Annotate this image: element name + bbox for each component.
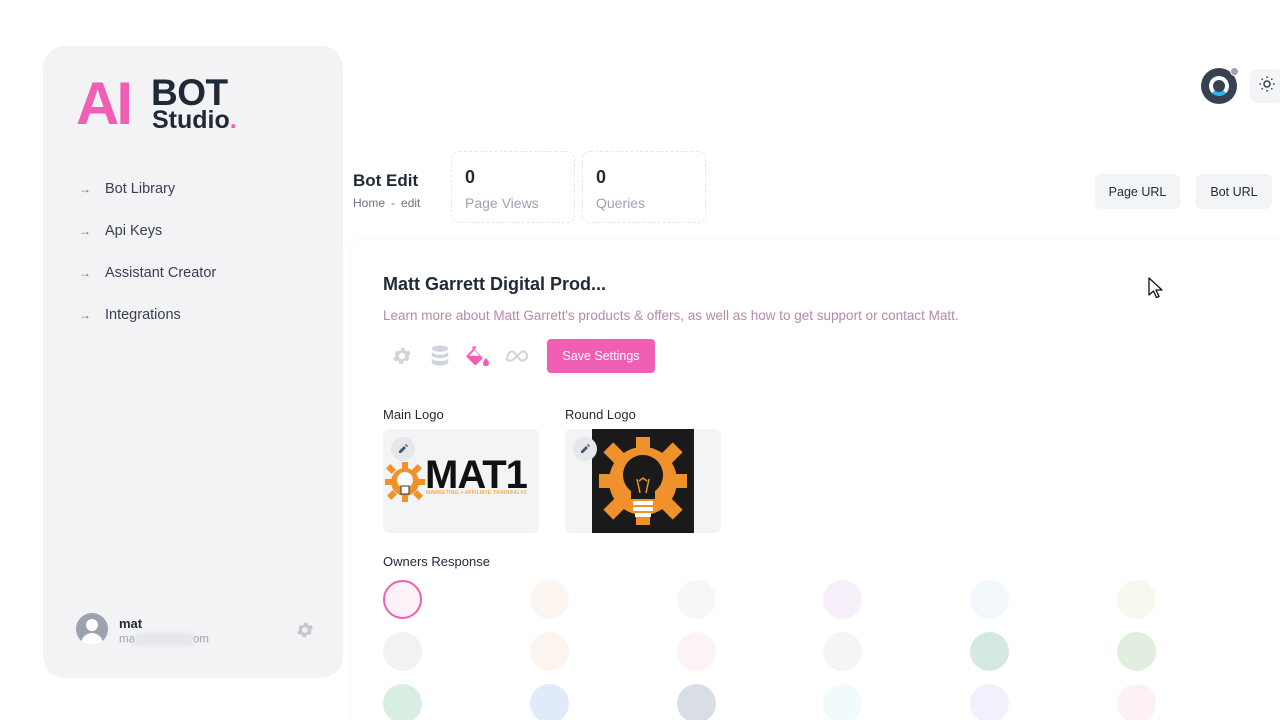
arrow-right-icon: → [79,224,91,238]
sidebar-item-integrations[interactable]: → Integrations [79,294,216,336]
color-swatch[interactable] [383,632,422,671]
color-swatch[interactable] [1117,632,1156,671]
user-name: mat [119,616,143,631]
sidebar-item-label: Bot Library [105,181,176,197]
sidebar-item-api-keys[interactable]: → Api Keys [79,210,216,252]
mouse-cursor-icon [1148,277,1164,304]
stat-label: Page Views [465,195,539,211]
page-views-stat: 0 Page Views [451,151,575,223]
breadcrumb-home[interactable]: Home [353,196,385,210]
gear-bulb-logo [385,462,425,502]
arrow-right-icon: → [79,266,91,280]
color-swatch[interactable] [529,684,569,720]
sidebar-nav: → Bot Library → Api Keys → Assistant Cre… [79,168,216,336]
arrow-right-icon: → [79,308,91,322]
logo-studio-text: Studio. [152,106,237,134]
stat-label: Queries [596,195,646,211]
queries-stat: 0 Queries [582,151,706,223]
user-email: ma om [119,633,209,646]
color-swatch[interactable] [1117,684,1156,720]
user-profile[interactable]: mat ma om [76,613,316,649]
gear-icon[interactable] [295,620,315,640]
status-dot [1230,67,1239,76]
color-swatch[interactable] [1117,580,1156,619]
main-logo-upload[interactable]: MAT1 MARKETING + AFFILIATE TRAINING #1 [383,429,539,533]
sun-icon [1258,75,1276,98]
color-swatch[interactable] [823,684,863,720]
sidebar-item-label: Api Keys [105,223,163,239]
bot-url-button[interactable]: Bot URL [1196,174,1272,209]
stat-value: 0 [596,167,607,187]
color-swatch[interactable] [970,580,1010,619]
bot-description: Learn more about Matt Garrett's products… [383,308,959,323]
color-swatch[interactable] [676,632,716,671]
account-avatar[interactable] [1201,67,1239,104]
color-swatch[interactable] [529,580,569,619]
page-url-button[interactable]: Page URL [1095,174,1180,209]
bot-name: Matt Garrett Digital Prod... [383,274,607,294]
meta-icon[interactable] [505,344,529,368]
color-swatch[interactable] [529,632,569,671]
round-logo-upload[interactable] [565,429,721,533]
gear-icon[interactable] [390,344,414,368]
breadcrumb: Home - edit [353,196,421,210]
owners-response-label: Owners Response [383,554,490,569]
sidebar-item-label: Integrations [105,307,181,323]
color-swatch[interactable] [676,684,716,720]
database-icon[interactable] [428,344,452,368]
breadcrumb-current: edit [401,196,421,210]
round-logo-label: Round Logo [565,407,636,422]
sidebar: AI BOT Studio. → Bot Library → Api Keys … [43,46,343,678]
sidebar-item-bot-library[interactable]: → Bot Library [79,168,216,210]
app-logo[interactable]: AI BOT Studio. [76,70,246,137]
sidebar-item-assistant-creator[interactable]: → Assistant Creator [79,252,216,294]
page-title: Bot Edit [353,171,419,190]
color-swatch[interactable] [383,580,422,619]
logo-ai-text: AI [76,70,133,137]
color-swatch[interactable] [970,684,1010,720]
pencil-icon[interactable] [391,437,415,461]
save-settings-button[interactable]: Save Settings [547,339,655,373]
round-logo-image [592,429,694,533]
color-swatch[interactable] [383,684,422,720]
paint-bucket-icon[interactable] [466,344,490,368]
pencil-icon[interactable] [573,437,597,461]
stat-value: 0 [465,167,476,187]
color-swatch[interactable] [970,632,1010,671]
arrow-right-icon: → [79,182,91,196]
avatar [76,613,108,645]
theme-toggle-button[interactable] [1250,69,1280,103]
main-logo-tagline: MARKETING + AFFILIATE TRAINING #1 [426,490,527,496]
color-swatch[interactable] [676,580,716,619]
main-logo-label: Main Logo [383,407,444,422]
sidebar-item-label: Assistant Creator [105,265,217,281]
